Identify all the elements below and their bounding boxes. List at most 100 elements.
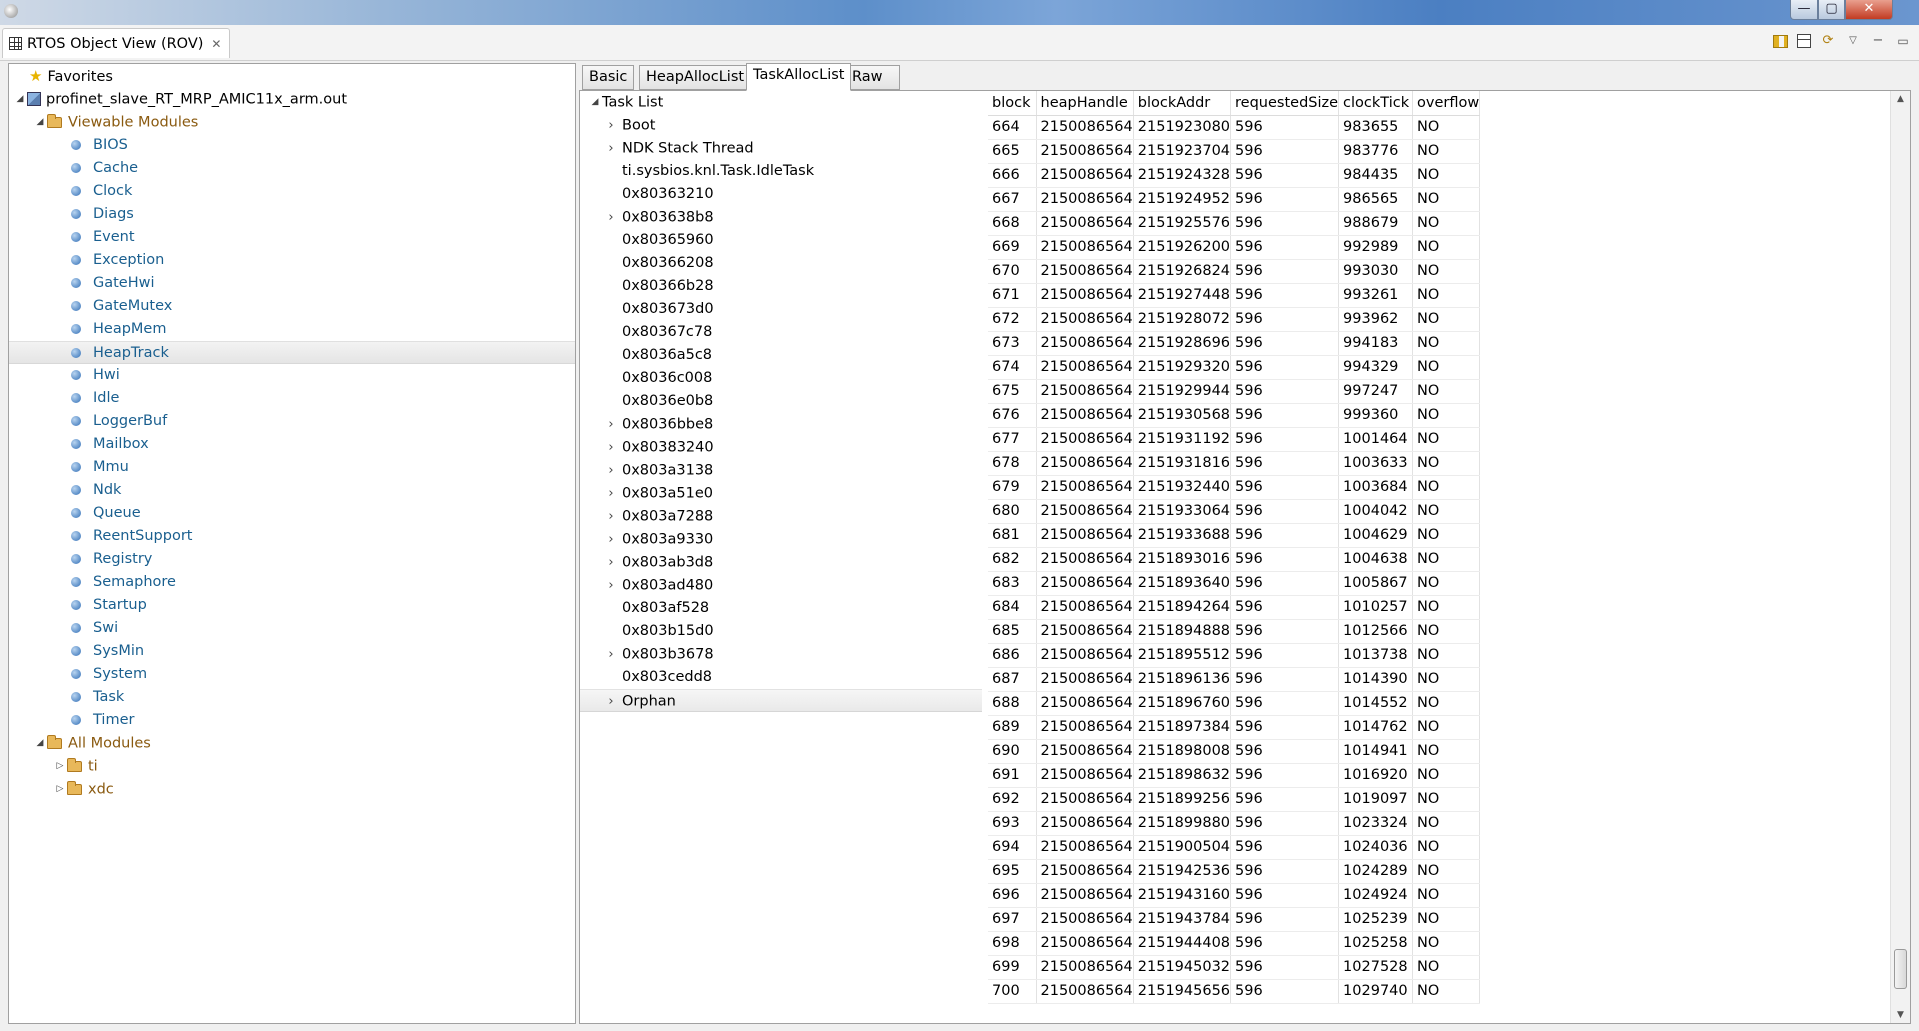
- minimize-button[interactable]: —: [1790, 0, 1818, 20]
- table-row[interactable]: 667 2150086564 2151924952 596 986565 NO: [988, 187, 1481, 212]
- module-item-diags[interactable]: Diags: [9, 203, 575, 226]
- task-item[interactable]: › 0x803a7288: [580, 505, 982, 528]
- table-row[interactable]: 677 2150086564 2151931192 596 1001464 NO: [988, 427, 1481, 452]
- module-item-hwi[interactable]: Hwi: [9, 364, 575, 387]
- module-item-semaphore[interactable]: Semaphore: [9, 571, 575, 594]
- table-row[interactable]: 696 2150086564 2151943160 596 1024924 NO: [988, 883, 1481, 908]
- table-row[interactable]: 675 2150086564 2151929944 596 997247 NO: [988, 379, 1481, 404]
- module-item-event[interactable]: Event: [9, 226, 575, 249]
- close-view-icon[interactable]: ✕: [211, 37, 221, 51]
- task-item[interactable]: › 0x80383240: [580, 436, 982, 459]
- module-item-bios[interactable]: BIOS: [9, 134, 575, 157]
- task-item[interactable]: 0x80365960: [580, 229, 982, 252]
- module-item-timer[interactable]: Timer: [9, 709, 575, 732]
- tab-raw[interactable]: Raw: [845, 65, 900, 90]
- task-item[interactable]: › 0x8036bbe8: [580, 413, 982, 436]
- column-header-overflow[interactable]: overflow: [1412, 91, 1481, 116]
- table-row[interactable]: 689 2150086564 2151897384 596 1014762 NO: [988, 715, 1481, 740]
- table-row[interactable]: 691 2150086564 2151898632 596 1016920 NO: [988, 763, 1481, 788]
- collapsed-chevron-icon[interactable]: ›: [604, 413, 618, 436]
- table-row[interactable]: 685 2150086564 2151894888 596 1012566 NO: [988, 619, 1481, 644]
- module-item-task[interactable]: Task: [9, 686, 575, 709]
- column-header-blockaddr[interactable]: blockAddr: [1133, 91, 1232, 116]
- module-item-gatemutex[interactable]: GateMutex: [9, 295, 575, 318]
- maximize-view-icon[interactable]: ▭: [1895, 33, 1911, 49]
- module-item-swi[interactable]: Swi: [9, 617, 575, 640]
- scroll-up-arrow[interactable]: ▲: [1891, 91, 1910, 107]
- program-root-node[interactable]: ◢ profinet_slave_RT_MRP_AMIC11x_arm.out: [9, 88, 575, 111]
- close-window-button[interactable]: ✕: [1845, 0, 1893, 20]
- module-item-heapmem[interactable]: HeapMem: [9, 318, 575, 341]
- favorites-node[interactable]: ★ Favorites: [9, 65, 575, 88]
- table-row[interactable]: 695 2150086564 2151942536 596 1024289 NO: [988, 859, 1481, 884]
- table-row[interactable]: 669 2150086564 2151926200 596 992989 NO: [988, 235, 1481, 260]
- collapsed-chevron-icon[interactable]: ›: [604, 206, 618, 229]
- tab-basic[interactable]: Basic: [582, 65, 635, 90]
- task-item[interactable]: 0x8036e0b8: [580, 390, 982, 413]
- scroll-down-arrow[interactable]: ▼: [1891, 1007, 1910, 1023]
- task-item[interactable]: 0x80366208: [580, 252, 982, 275]
- table-row[interactable]: 693 2150086564 2151899880 596 1023324 NO: [988, 811, 1481, 836]
- table-row[interactable]: 665 2150086564 2151923704 596 983776 NO: [988, 139, 1481, 164]
- task-item[interactable]: 0x80363210: [580, 183, 982, 206]
- task-item[interactable]: › 0x803a51e0: [580, 482, 982, 505]
- task-item[interactable]: › NDK Stack Thread: [580, 137, 982, 160]
- task-item[interactable]: 0x803cedd8: [580, 666, 982, 689]
- tab-taskalloclist[interactable]: TaskAllocList: [746, 63, 852, 91]
- task-item[interactable]: › 0x803638b8: [580, 206, 982, 229]
- module-item-queue[interactable]: Queue: [9, 502, 575, 525]
- view-menu-icon[interactable]: ▽: [1845, 33, 1861, 49]
- collapsed-chevron-icon[interactable]: ›: [604, 114, 618, 137]
- module-item-cache[interactable]: Cache: [9, 157, 575, 180]
- task-item[interactable]: 0x80366b28: [580, 275, 982, 298]
- module-item-idle[interactable]: Idle: [9, 387, 575, 410]
- package-node-xdc[interactable]: ▷ xdc: [9, 778, 575, 801]
- collapsed-chevron-icon[interactable]: ›: [604, 459, 618, 482]
- collapsed-chevron-icon[interactable]: ›: [604, 505, 618, 528]
- task-item[interactable]: › 0x803b3678: [580, 643, 982, 666]
- table-row[interactable]: 673 2150086564 2151928696 596 994183 NO: [988, 331, 1481, 356]
- table-row[interactable]: 700 2150086564 2151945656 596 1029740 NO: [988, 979, 1481, 1004]
- table-row[interactable]: 690 2150086564 2151898008 596 1014941 NO: [988, 739, 1481, 764]
- module-item-sysmin[interactable]: SysMin: [9, 640, 575, 663]
- table-row[interactable]: 687 2150086564 2151896136 596 1014390 NO: [988, 667, 1481, 692]
- column-header-heaphandle[interactable]: heapHandle: [1036, 91, 1134, 116]
- collapsed-chevron-icon[interactable]: ›: [604, 482, 618, 505]
- module-item-mailbox[interactable]: Mailbox: [9, 433, 575, 456]
- module-item-reentsupport[interactable]: ReentSupport: [9, 525, 575, 548]
- all-modules-node[interactable]: ◢ All Modules: [9, 732, 575, 755]
- table-row[interactable]: 683 2150086564 2151893640 596 1005867 NO: [988, 571, 1481, 596]
- task-item[interactable]: 0x8036a5c8: [580, 344, 982, 367]
- task-item[interactable]: 0x803b15d0: [580, 620, 982, 643]
- table-row[interactable]: 698 2150086564 2151944408 596 1025258 NO: [988, 931, 1481, 956]
- task-item[interactable]: › 0x803a3138: [580, 459, 982, 482]
- table-row[interactable]: 697 2150086564 2151943784 596 1025239 NO: [988, 907, 1481, 932]
- module-item-ndk[interactable]: Ndk: [9, 479, 575, 502]
- table-row[interactable]: 680 2150086564 2151933064 596 1004042 NO: [988, 499, 1481, 524]
- package-node-ti[interactable]: ▷ ti: [9, 755, 575, 778]
- task-item[interactable]: 0x80367c78: [580, 321, 982, 344]
- maximize-button[interactable]: ▢: [1818, 0, 1845, 20]
- collapsed-triangle-icon[interactable]: ▷: [53, 778, 67, 801]
- collapsed-chevron-icon[interactable]: ›: [604, 528, 618, 551]
- collapsed-chevron-icon[interactable]: ›: [604, 643, 618, 666]
- minimize-view-icon[interactable]: −: [1870, 33, 1886, 49]
- table-row[interactable]: 682 2150086564 2151893016 596 1004638 NO: [988, 547, 1481, 572]
- table-row[interactable]: 678 2150086564 2151931816 596 1003633 NO: [988, 451, 1481, 476]
- collapsed-triangle-icon[interactable]: ▷: [53, 755, 67, 778]
- task-item[interactable]: 0x803673d0: [580, 298, 982, 321]
- table-row[interactable]: 671 2150086564 2151927448 596 993261 NO: [988, 283, 1481, 308]
- table-row[interactable]: 676 2150086564 2151930568 596 999360 NO: [988, 403, 1481, 428]
- task-item[interactable]: › 0x803ad480: [580, 574, 982, 597]
- table-row[interactable]: 674 2150086564 2151929320 596 994329 NO: [988, 355, 1481, 380]
- refresh-icon[interactable]: ⟳: [1820, 33, 1836, 49]
- module-item-clock[interactable]: Clock: [9, 180, 575, 203]
- module-item-startup[interactable]: Startup: [9, 594, 575, 617]
- module-item-registry[interactable]: Registry: [9, 548, 575, 571]
- table-row[interactable]: 699 2150086564 2151945032 596 1027528 NO: [988, 955, 1481, 980]
- table-row[interactable]: 688 2150086564 2151896760 596 1014552 NO: [988, 691, 1481, 716]
- expanded-triangle-icon[interactable]: ◢: [588, 91, 602, 114]
- scrollbar-thumb[interactable]: [1894, 949, 1907, 989]
- table-row[interactable]: 670 2150086564 2151926824 596 993030 NO: [988, 259, 1481, 284]
- table-row[interactable]: 684 2150086564 2151894264 596 1010257 NO: [988, 595, 1481, 620]
